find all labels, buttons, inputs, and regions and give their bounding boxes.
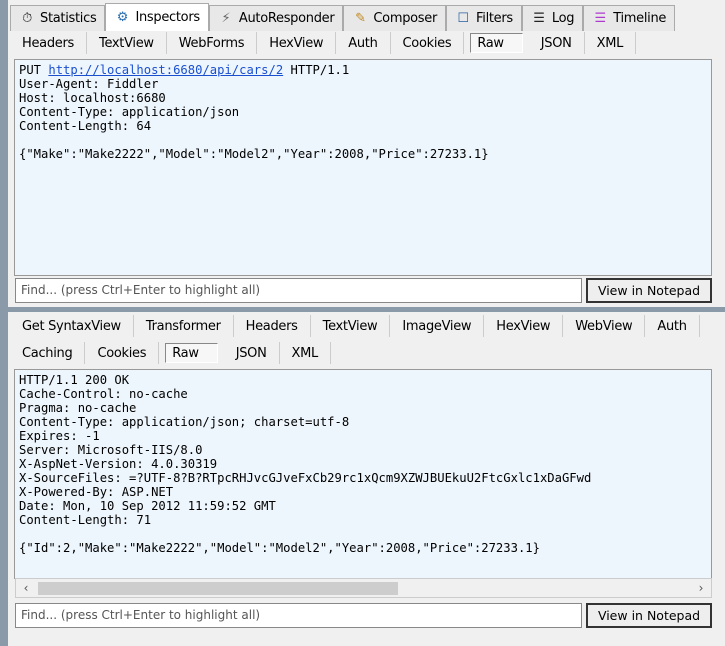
response-header-line: Pragma: no-cache <box>19 401 137 415</box>
tab-label: Inspectors <box>135 10 200 25</box>
response-find-bar: Find... (press Ctrl+Enter to highlight a… <box>15 603 712 628</box>
tab-label: Log <box>551 11 575 26</box>
request-protocol: HTTP/1.1 <box>290 63 350 77</box>
response-tab-textview[interactable]: TextView <box>311 315 391 337</box>
tab-label: Filters <box>476 11 513 26</box>
request-tab-auth[interactable]: Auth <box>336 32 391 54</box>
request-view-in-notepad-button[interactable]: View in Notepad <box>586 278 712 303</box>
response-tabs-row1: Get SyntaxView Transformer Headers TextView… <box>10 314 722 338</box>
timeline-icon: ☰ <box>594 10 607 26</box>
response-header-line: Expires: -1 <box>19 429 100 443</box>
horizontal-scrollbar[interactable]: ‹ › <box>15 578 712 598</box>
request-header-line: Content-Length: 64 <box>19 119 152 133</box>
tab-label: Composer <box>373 11 438 26</box>
response-tab-headers[interactable]: Headers <box>234 315 311 337</box>
request-header-line: Host: localhost:6680 <box>19 91 166 105</box>
request-body: {"Make":"Make2222","Model":"Model2","Yea… <box>19 147 489 161</box>
request-tab-webforms[interactable]: WebForms <box>167 32 258 54</box>
response-view-in-notepad-button[interactable]: View in Notepad <box>586 603 712 628</box>
composer-icon: ✎ <box>355 10 366 26</box>
scroll-right-icon[interactable]: › <box>691 581 711 595</box>
tab-statistics[interactable]: ⏱ Statistics <box>10 5 106 31</box>
log-icon: ☰ <box>533 10 545 26</box>
response-tab-transformer[interactable]: Transformer <box>134 315 234 337</box>
splitter[interactable] <box>8 307 725 312</box>
response-raw-text[interactable]: HTTP/1.1 200 OK Cache-Control: no-cache … <box>14 369 712 579</box>
response-tabs-row2: Caching Cookies Raw JSON XML <box>10 341 722 365</box>
tab-label: Timeline <box>613 11 667 26</box>
tab-label: Statistics <box>40 11 97 26</box>
response-tab-imageview[interactable]: ImageView <box>390 315 485 337</box>
response-header-line: Date: Mon, 10 Sep 2012 11:59:52 GMT <box>19 499 276 513</box>
tab-timeline[interactable]: ☰ Timeline <box>583 5 676 31</box>
checkbox-icon: ☐ <box>457 10 469 26</box>
request-tab-textview[interactable]: TextView <box>87 32 167 54</box>
response-tab-hexview[interactable]: HexView <box>484 315 564 337</box>
stopwatch-icon: ⏱ <box>22 10 32 26</box>
lightning-icon: ⚡ <box>221 10 231 26</box>
response-header-line: Content-Type: application/json; charset=… <box>19 415 350 429</box>
response-header-line: Server: Microsoft-IIS/8.0 <box>19 443 203 457</box>
response-header-line: X-Powered-By: ASP.NET <box>19 485 174 499</box>
left-border <box>0 0 8 646</box>
request-tab-headers[interactable]: Headers <box>10 32 88 54</box>
response-tab-webview[interactable]: WebView <box>563 315 646 337</box>
request-tab-json[interactable]: JSON <box>529 32 585 54</box>
tab-autoresponder[interactable]: ⚡ AutoResponder <box>208 5 344 31</box>
response-header-line: HTTP/1.1 200 OK <box>19 373 130 387</box>
tab-filters[interactable]: ☐ Filters <box>446 5 522 31</box>
main-tabs: ⏱ Statistics ⚙ Inspectors ⚡ AutoResponder ✎ Com… <box>10 3 676 31</box>
request-url-link[interactable]: http://localhost:6680/api/cars/2 <box>48 63 283 77</box>
response-find-input[interactable]: Find... (press Ctrl+Enter to highlight a… <box>15 603 582 628</box>
tab-label: AutoResponder <box>238 11 335 26</box>
tab-log[interactable]: ☰ Log <box>521 5 584 31</box>
request-raw-text[interactable]: PUT http://localhost:6680/api/cars/2 HTT… <box>14 59 712 276</box>
request-tab-hexview[interactable]: HexView <box>257 32 337 54</box>
response-tab-json[interactable]: JSON <box>224 342 280 364</box>
response-tab-xml[interactable]: XML <box>280 342 331 364</box>
response-tab-auth[interactable]: Auth <box>645 315 700 337</box>
request-header-line: Content-Type: application/json <box>19 105 240 119</box>
response-tab-get-syntaxview[interactable]: Get SyntaxView <box>10 315 134 337</box>
tab-composer[interactable]: ✎ Composer <box>343 5 447 31</box>
request-tab-raw[interactable]: Raw <box>470 33 523 53</box>
request-method: PUT <box>19 63 42 77</box>
response-tab-caching[interactable]: Caching <box>10 342 86 364</box>
request-tab-xml[interactable]: XML <box>585 32 637 54</box>
response-tab-raw[interactable]: Raw <box>165 343 218 363</box>
request-find-input[interactable]: Find... (press Ctrl+Enter to highlight a… <box>15 278 582 303</box>
request-tabs: Headers TextView WebForms HexView Auth Cookie… <box>10 31 722 55</box>
response-header-line: Content-Length: 71 <box>19 513 152 527</box>
response-tab-cookies[interactable]: Cookies <box>85 342 160 364</box>
scrollbar-thumb[interactable] <box>38 582 398 595</box>
response-header-line: X-AspNet-Version: 4.0.30319 <box>19 457 218 471</box>
response-header-line: X-SourceFiles: =?UTF-8?B?RTpcRHJvcGJveFx… <box>19 471 592 485</box>
request-header-line: User-Agent: Fiddler <box>19 77 159 91</box>
request-find-bar: Find... (press Ctrl+Enter to highlight a… <box>15 278 712 303</box>
tab-inspectors[interactable]: ⚙ Inspectors <box>105 3 209 31</box>
request-tab-cookies[interactable]: Cookies <box>391 32 465 54</box>
response-body: {"Id":2,"Make":"Make2222","Model":"Model… <box>19 541 540 555</box>
response-header-line: Cache-Control: no-cache <box>19 387 188 401</box>
inspectors-icon: ⚙ <box>116 9 129 25</box>
scroll-left-icon[interactable]: ‹ <box>16 581 36 595</box>
